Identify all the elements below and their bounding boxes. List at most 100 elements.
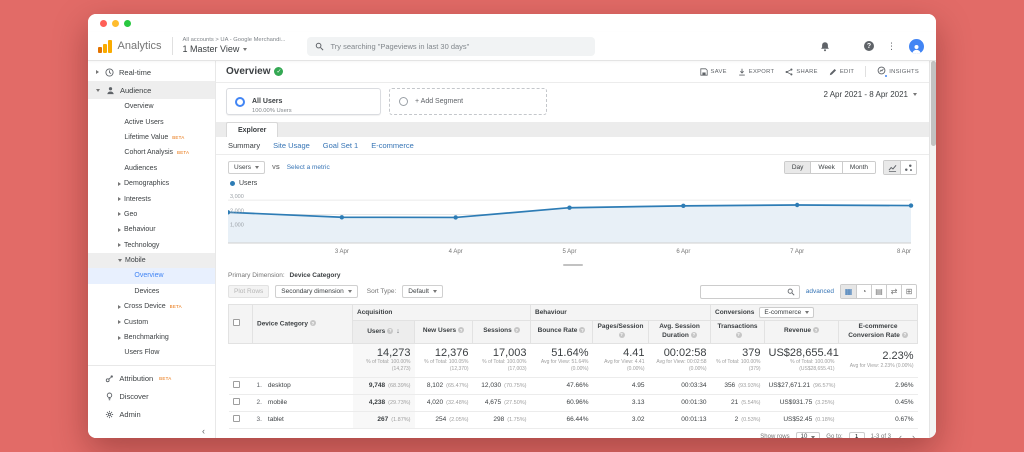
sidebar-item-attribution[interactable]: Attribution BETA: [88, 369, 215, 387]
motion-chart-icon[interactable]: [900, 161, 916, 174]
sidebar-item-devices[interactable]: Devices: [88, 284, 215, 299]
table-view-icon[interactable]: ▦: [841, 285, 856, 298]
insights-button[interactable]: INSIGHTS: [877, 66, 919, 78]
device-category-value[interactable]: desktop: [268, 382, 291, 389]
add-segment-button[interactable]: + Add Segment: [389, 88, 547, 115]
granularity-day[interactable]: Day: [784, 162, 811, 173]
subnav-goal-set-1[interactable]: Goal Set 1: [323, 141, 358, 150]
table-search-input[interactable]: [704, 288, 784, 295]
analytics-logo-icon[interactable]: [98, 39, 112, 53]
col-header-new-users[interactable]: New Users?: [414, 320, 473, 344]
subnav-summary[interactable]: Summary: [228, 141, 260, 150]
export-button[interactable]: EXPORT: [738, 68, 775, 76]
sidebar-item-cohort-analysis[interactable]: Cohort Analysis BETA: [88, 145, 215, 160]
data-point[interactable]: [567, 205, 572, 210]
minimize-button[interactable]: [112, 19, 119, 27]
line-chart-icon[interactable]: [884, 161, 900, 174]
sidebar-item-geo[interactable]: Geo: [88, 207, 215, 222]
divider: [171, 37, 173, 55]
primary-dimension-device-category[interactable]: Device Category: [290, 272, 341, 279]
percentage-view-icon[interactable]: ◔: [856, 285, 871, 298]
avatar[interactable]: [909, 38, 924, 54]
magnifier-icon[interactable]: [787, 288, 795, 296]
sidebar-item-interests[interactable]: Interests: [88, 191, 215, 206]
data-point[interactable]: [453, 215, 458, 220]
subnav-e-commerce[interactable]: E-commerce: [371, 141, 414, 150]
col-header-bounce-rate[interactable]: Bounce Rate?: [530, 320, 593, 344]
data-point[interactable]: [908, 203, 914, 208]
sidebar-item-overview[interactable]: Overview: [88, 99, 215, 114]
device-category-value[interactable]: tablet: [268, 416, 284, 423]
data-point[interactable]: [681, 203, 686, 209]
show-rows-select[interactable]: 10: [795, 432, 821, 438]
granularity-week[interactable]: Week: [810, 162, 842, 173]
tab-explorer[interactable]: Explorer: [226, 122, 279, 137]
share-button[interactable]: SHARE: [785, 68, 818, 76]
advanced-filter-link[interactable]: advanced: [806, 288, 834, 295]
sidebar-item-cross-device[interactable]: Cross Device BETA: [88, 299, 215, 314]
sidebar-item-discover[interactable]: Discover: [88, 387, 215, 405]
sidebar-item-real-time[interactable]: Real-time: [88, 63, 215, 81]
device-category-value[interactable]: mobile: [268, 399, 287, 406]
data-point[interactable]: [339, 215, 345, 220]
sidebar-item-audience[interactable]: Audience: [88, 81, 215, 99]
comparison-view-icon[interactable]: ⇄: [886, 285, 901, 298]
save-button[interactable]: SAVE: [699, 67, 727, 76]
row-checkbox[interactable]: [232, 415, 240, 423]
account-picker[interactable]: All accounts > UA - Google Merchandi... …: [183, 37, 286, 55]
notifications-bell-icon[interactable]: [820, 41, 830, 52]
prev-page-button[interactable]: ‹: [897, 432, 904, 438]
x-tick-label: 6 Apr: [676, 249, 690, 255]
sidebar-item-lifetime-value[interactable]: Lifetime Value BETA: [88, 130, 215, 145]
conversions-type-select[interactable]: E-commerce: [759, 307, 815, 318]
sidebar-item-mobile[interactable]: Mobile: [88, 252, 215, 269]
secondary-dimension-select[interactable]: Secondary dimension: [275, 285, 358, 298]
sidebar-item-benchmarking[interactable]: Benchmarking: [88, 330, 215, 345]
sidebar-item-technology[interactable]: Technology: [88, 238, 215, 253]
data-point[interactable]: [794, 202, 800, 208]
col-header-transactions[interactable]: Transactions?: [710, 320, 766, 344]
apps-grid-icon[interactable]: [843, 42, 851, 50]
sidebar-item-behaviour[interactable]: Behaviour: [88, 222, 215, 237]
col-header-device-category[interactable]: Device Category?: [252, 304, 353, 344]
next-page-button[interactable]: ›: [910, 432, 917, 438]
select-all-checkbox[interactable]: [233, 319, 240, 327]
sidebar-item-admin[interactable]: Admin: [88, 405, 215, 423]
timeline-slider[interactable]: [562, 264, 583, 266]
performance-view-icon[interactable]: ▤: [871, 285, 886, 298]
global-search-input[interactable]: Try searching "Pageviews in last 30 days…: [307, 36, 596, 56]
subnav-site-usage[interactable]: Site Usage: [273, 141, 310, 150]
sidebar-item-demographics[interactable]: Demographics: [88, 176, 215, 191]
row-checkbox[interactable]: [232, 381, 240, 389]
col-header-revenue[interactable]: Revenue?: [764, 320, 840, 344]
edit-button[interactable]: EDIT: [829, 68, 854, 76]
select-a-metric-link[interactable]: Select a metric: [287, 164, 330, 171]
date-range-picker[interactable]: 2 Apr 2021 - 8 Apr 2021: [823, 90, 917, 99]
sort-type-select[interactable]: Default: [402, 285, 443, 298]
more-vertical-icon[interactable]: ⋮: [887, 41, 896, 52]
vertical-scrollbar[interactable]: [929, 61, 936, 438]
col-header-avg-session-duration[interactable]: Avg. Session Duration?: [647, 320, 712, 344]
close-button[interactable]: [100, 19, 107, 27]
col-header-e-commerce-conversion-rate[interactable]: E-commerce Conversion Rate?: [838, 320, 919, 344]
col-header-pages-session[interactable]: Pages/Session?: [592, 320, 649, 344]
help-icon[interactable]: ?: [864, 41, 874, 51]
row-checkbox[interactable]: [232, 398, 240, 406]
col-header-sessions[interactable]: Sessions?: [472, 320, 531, 344]
sidebar-item-audiences[interactable]: Audiences: [88, 161, 215, 176]
collapse-sidebar-button[interactable]: ‹: [202, 426, 205, 436]
sidebar-item-overview[interactable]: Overview: [88, 268, 215, 284]
col-header-users[interactable]: Users? ↓: [352, 320, 415, 344]
segment-all-users[interactable]: All Users 100.00% Users: [226, 88, 381, 115]
sidebar-item-custom[interactable]: Custom: [88, 314, 215, 329]
plot-rows-button[interactable]: Plot Rows: [228, 285, 270, 298]
zoom-button[interactable]: [124, 19, 131, 27]
granularity-month[interactable]: Month: [841, 162, 875, 173]
pivot-view-icon[interactable]: ⊞: [901, 285, 916, 298]
device-category-table: Device Category? Acquisition Behaviour C…: [228, 304, 919, 429]
sidebar-item-active-users[interactable]: Active Users: [88, 114, 215, 129]
cell-value: 9,748: [368, 382, 386, 390]
goto-page-input[interactable]: [848, 431, 865, 438]
sidebar-item-users-flow[interactable]: Users Flow: [88, 345, 215, 360]
metric-select[interactable]: Users: [228, 161, 265, 174]
